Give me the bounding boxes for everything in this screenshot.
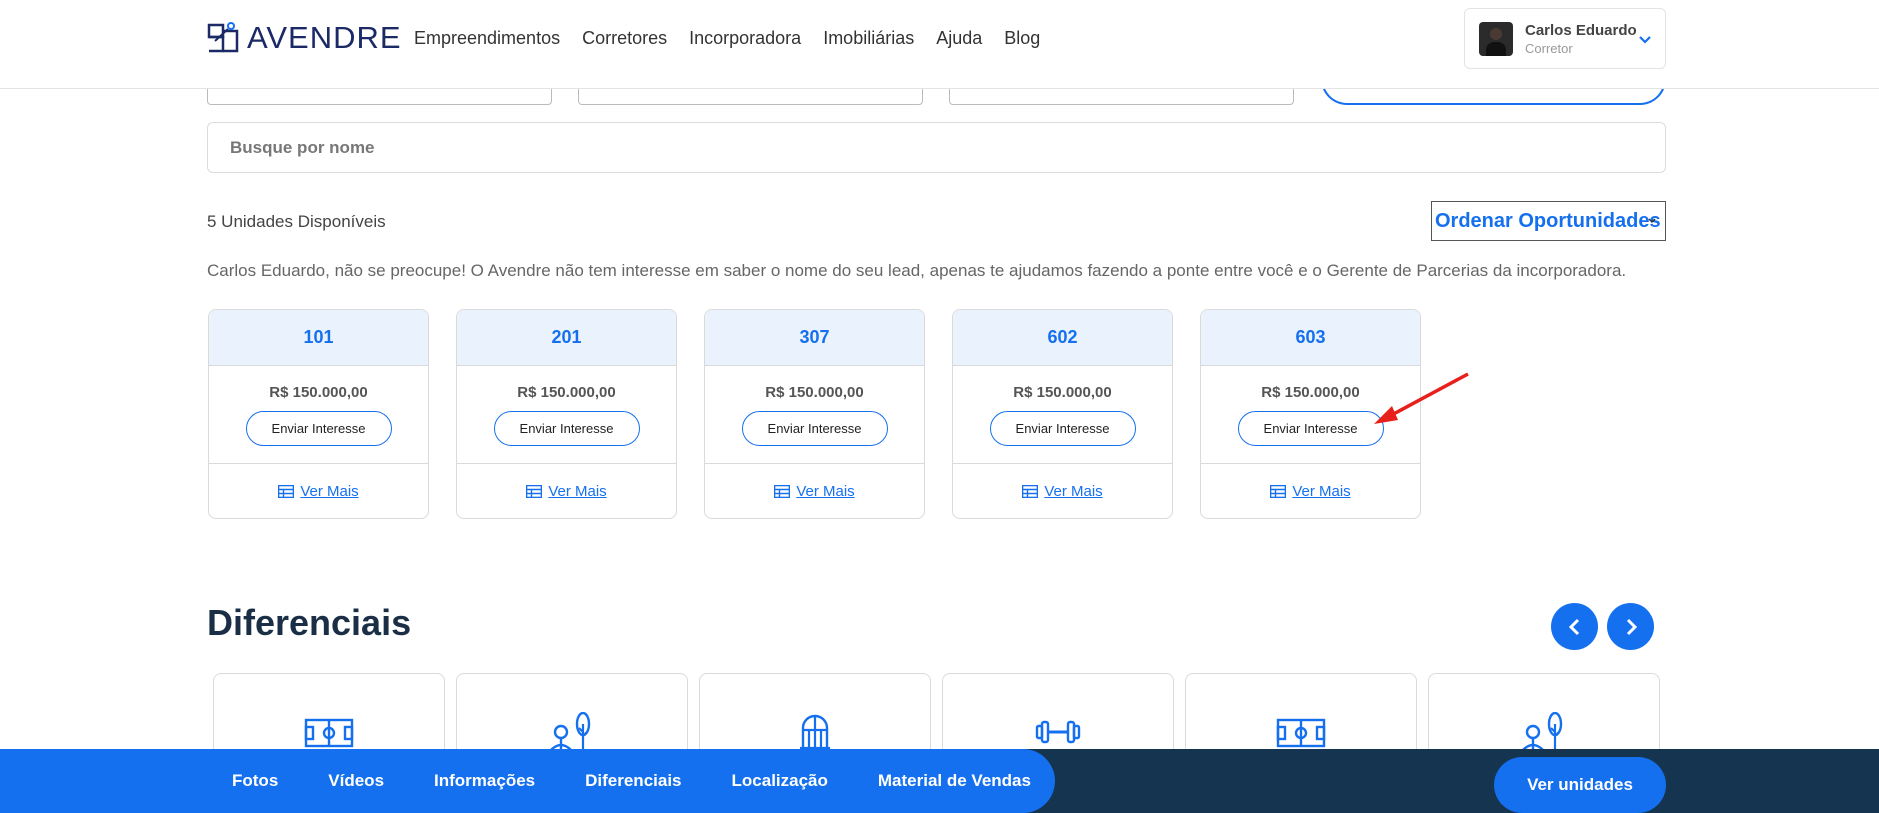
ver-mais-link[interactable]: Ver Mais [300, 483, 358, 500]
send-interest-button[interactable]: Enviar Interesse [493, 411, 640, 446]
garden-icon [1522, 712, 1563, 751]
nav-ajuda[interactable]: Ajuda [936, 28, 982, 49]
carousel-next-button[interactable] [1607, 603, 1654, 650]
site-header: AVENDRE Empreendimentos Corretores Incor… [0, 0, 1879, 89]
unit-number: 307 [705, 310, 924, 366]
table-icon [1270, 484, 1287, 498]
unit-cards: 101 R$ 150.000,00 Enviar Interesse Ver M… [208, 309, 1421, 519]
unit-number: 603 [1201, 310, 1420, 366]
unit-card: 101 R$ 150.000,00 Enviar Interesse Ver M… [208, 309, 429, 519]
section-nav-material-vendas[interactable]: Material de Vendas [878, 771, 1031, 791]
chevron-down-icon [1648, 218, 1656, 223]
logo-text: AVENDRE [247, 20, 402, 55]
section-nav-videos[interactable]: Vídeos [328, 771, 384, 791]
chevron-down-icon [1639, 36, 1651, 44]
sports-court-icon [304, 718, 354, 748]
unit-number: 602 [953, 310, 1172, 366]
section-nav-informacoes[interactable]: Informações [434, 771, 535, 791]
nav-incorporadora[interactable]: Incorporadora [689, 28, 801, 49]
table-icon [278, 484, 295, 498]
send-interest-button[interactable]: Enviar Interesse [245, 411, 392, 446]
section-nav-diferenciais[interactable]: Diferenciais [585, 771, 681, 791]
section-nav-fotos[interactable]: Fotos [232, 771, 278, 791]
main-nav: Empreendimentos Corretores Incorporadora… [414, 28, 1040, 49]
ver-mais-link[interactable]: Ver Mais [1044, 483, 1102, 500]
garden-icon [550, 712, 591, 751]
ver-mais-link[interactable]: Ver Mais [1292, 483, 1350, 500]
ver-mais-link[interactable]: Ver Mais [796, 483, 854, 500]
section-title: Diferenciais [207, 602, 412, 643]
table-icon [1022, 484, 1039, 498]
section-nav: Fotos Vídeos Informações Diferenciais Lo… [0, 749, 1055, 813]
chevron-left-icon [1568, 618, 1579, 635]
send-interest-button[interactable]: Enviar Interesse [1237, 411, 1384, 446]
nav-blog[interactable]: Blog [1004, 28, 1040, 49]
unit-number: 101 [209, 310, 428, 366]
nav-corretores[interactable]: Corretores [582, 28, 667, 49]
sports-court-icon [1276, 718, 1326, 748]
unit-price: R$ 150.000,00 [517, 384, 616, 401]
search-input[interactable] [207, 122, 1666, 173]
user-name: Carlos Eduardo [1525, 21, 1637, 39]
units-count: 5 Unidades Disponíveis [207, 212, 386, 231]
disclaimer-text: Carlos Eduardo, não se preocupe! O Avend… [207, 261, 1627, 280]
gate-icon [800, 714, 830, 750]
nav-imobiliarias[interactable]: Imobiliárias [823, 28, 914, 49]
section-nav-localizacao[interactable]: Localização [732, 771, 828, 791]
nav-empreendimentos[interactable]: Empreendimentos [414, 28, 560, 49]
ver-unidades-button[interactable]: Ver unidades [1494, 757, 1666, 813]
annotation-arrow-icon [1374, 372, 1469, 424]
unit-price: R$ 150.000,00 [765, 384, 864, 401]
order-select-label: Ordenar Oportunidades [1435, 209, 1661, 232]
unit-price: R$ 150.000,00 [1013, 384, 1112, 401]
user-role: Corretor [1525, 40, 1573, 56]
table-icon [526, 484, 543, 498]
logo-mark-icon [207, 22, 239, 53]
unit-card: 602 R$ 150.000,00 Enviar Interesse Ver M… [952, 309, 1173, 519]
dumbbell-icon [1035, 720, 1081, 744]
chevron-right-icon [1626, 618, 1637, 635]
unit-card: 307 R$ 150.000,00 Enviar Interesse Ver M… [704, 309, 925, 519]
carousel-prev-button[interactable] [1551, 603, 1598, 650]
user-menu[interactable]: Carlos Eduardo Corretor [1464, 8, 1666, 69]
unit-card: 201 R$ 150.000,00 Enviar Interesse Ver M… [456, 309, 677, 519]
send-interest-button[interactable]: Enviar Interesse [741, 411, 888, 446]
send-interest-button[interactable]: Enviar Interesse [989, 411, 1136, 446]
table-icon [774, 484, 791, 498]
unit-number: 201 [457, 310, 676, 366]
unit-price: R$ 150.000,00 [1261, 384, 1360, 401]
avatar [1479, 21, 1513, 56]
bottom-bar: Fotos Vídeos Informações Diferenciais Lo… [0, 749, 1879, 813]
avendre-logo[interactable]: AVENDRE [207, 20, 402, 56]
unit-price: R$ 150.000,00 [269, 384, 368, 401]
ver-mais-link[interactable]: Ver Mais [548, 483, 606, 500]
order-select[interactable]: Ordenar Oportunidades [1431, 201, 1666, 241]
